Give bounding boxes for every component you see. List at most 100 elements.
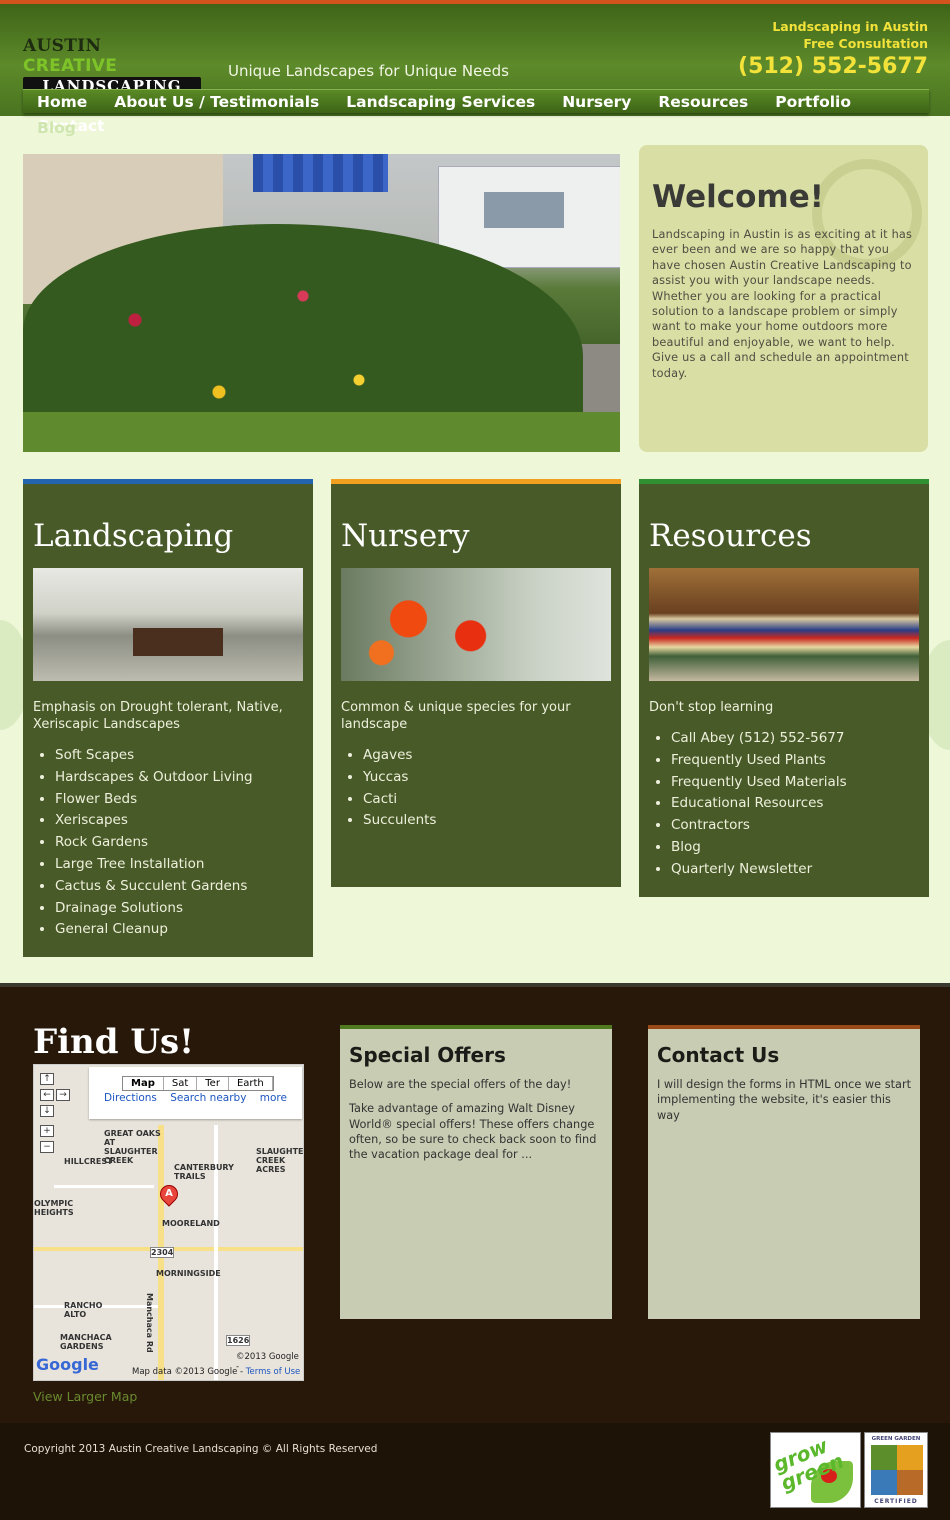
special-offers-panel: Special Offers Below are the special off… [340,1025,612,1319]
nav-landscaping-services[interactable]: Landscaping Services [346,90,535,114]
nav-portfolio[interactable]: Portfolio [775,90,851,114]
map-marker-label: A [165,1188,173,1199]
header-contact: Landscaping in Austin Free Consultation … [738,18,928,79]
map-tab-sat[interactable]: Sat [164,1077,198,1090]
green-garden-certified-badge[interactable]: GREEN GARDEN CERTIFIED [864,1432,928,1508]
contact-text: I will design the forms in HTML once we … [657,1078,912,1122]
map-directions-link[interactable]: Directions [104,1092,157,1104]
list-item[interactable]: Agaves [363,745,611,767]
grow-green-badge[interactable]: grow green [770,1432,861,1508]
list-item[interactable]: Quarterly Newsletter [671,859,919,881]
list-item[interactable]: General Cleanup [55,919,303,941]
find-us-title: Find Us! [33,1022,195,1062]
map-type-control: Map Sat Ter Earth Directions Search near… [89,1067,302,1119]
logo-word-creative: CREATIVE [23,56,118,76]
header-line-2: Free Consultation [803,36,928,51]
map-label: 2304 [150,1247,175,1258]
map-label: OLYMPIC HEIGHTS [34,1199,74,1217]
welcome-text: Landscaping in Austin is as exciting at … [652,228,913,380]
map-zoom-in[interactable]: + [40,1125,54,1137]
map-label: MORNINGSIDE [156,1269,221,1278]
list-item[interactable]: Frequently Used Plants [671,750,919,772]
nav-blog[interactable]: Blog [37,116,76,140]
list-item[interactable]: Frequently Used Materials [671,772,919,794]
map-tab-map[interactable]: Map [123,1077,164,1090]
box-title[interactable]: Resources [649,518,919,562]
map-pan-right[interactable]: → [56,1089,70,1101]
google-map[interactable]: ↑ ← → ↓ + − Map Sat Ter Earth Directions… [33,1064,304,1381]
badge-tree-icon [871,1445,923,1495]
special-offers-intro: Below are the special offers of the day! [349,1078,572,1091]
contact-panel: Contact Us I will design the forms in HT… [648,1025,920,1319]
box-description: Emphasis on Drought tolerant, Native, Xe… [33,700,283,732]
list-item[interactable]: Cactus & Succulent Gardens [55,876,303,898]
list-item[interactable]: Yuccas [363,767,611,789]
list-item[interactable]: Cacti [363,789,611,811]
list-item[interactable]: Flower Beds [55,789,303,811]
map-label: 1626 [226,1335,251,1346]
header-phone[interactable]: (512) 552-5677 [738,54,928,79]
list-item[interactable]: Hardscapes & Outdoor Living [55,767,303,789]
box-title[interactable]: Nursery [341,518,611,562]
hero-trailer-window [484,192,564,228]
list-item[interactable]: Succulents [363,810,611,832]
map-search-nearby-link[interactable]: Search nearby [170,1092,246,1104]
map-label: HILLCREST [64,1157,113,1166]
hero-awning [253,154,388,192]
list-item[interactable]: Drainage Solutions [55,898,303,920]
hero-lawn [23,412,620,452]
map-label: Manchaca Rd [145,1293,154,1353]
map-zoom-out[interactable]: − [40,1141,54,1153]
list-item[interactable]: Call Abey (512) 552-5677 [671,728,919,750]
box-title[interactable]: Landscaping [33,518,303,562]
contact-title: Contact Us [657,1043,780,1067]
map-pan-up[interactable]: ↑ [40,1073,54,1085]
logo-word-austin: AUSTIN [23,36,102,56]
map-more-link[interactable]: more [260,1092,287,1104]
special-offers-text[interactable]: Take advantage of amazing Walt Disney Wo… [349,1101,603,1162]
nursery-box: Nursery Common & unique species for your… [331,479,621,887]
resources-photo[interactable] [649,568,919,681]
nav-nursery[interactable]: Nursery [562,90,631,114]
map-label: CANTERBURY TRAILS [174,1163,234,1181]
map-tab-ter[interactable]: Ter [197,1077,229,1090]
box-list: Call Abey (512) 552-5677 Frequently Used… [649,728,919,881]
resources-box: Resources Don't stop learning Call Abey … [639,479,929,897]
view-larger-map-link[interactable]: View Larger Map [33,1389,137,1404]
box-description: Common & unique species for your landsca… [341,700,571,732]
badge-bottom-text: CERTIFIED [874,1498,918,1505]
list-item[interactable]: Large Tree Installation [55,854,303,876]
list-item[interactable]: Rock Gardens [55,832,303,854]
nav-resources[interactable]: Resources [658,90,748,114]
list-item[interactable]: Educational Resources [671,793,919,815]
list-item[interactable]: Contractors [671,815,919,837]
map-pan-left[interactable]: ← [40,1089,54,1101]
special-offers-title: Special Offers [349,1043,506,1067]
nursery-photo[interactable] [341,568,611,681]
map-pan-down[interactable]: ↓ [40,1105,54,1117]
site-logo[interactable]: AUSTIN CREATIVE LANDSCAPING [23,36,201,95]
map-type-tabs: Map Sat Ter Earth [122,1076,274,1091]
map-road [54,1185,154,1188]
map-label: GREAT OAKS AT SLAUGHTER CREEK [104,1129,161,1165]
list-item[interactable]: Soft Scapes [55,745,303,767]
header-line-1: Landscaping in Austin [772,19,928,34]
landscaping-photo[interactable] [33,568,303,681]
map-data-text: Map data ©2013 Google - [132,1367,244,1377]
map-label: RANCHO ALTO [64,1301,103,1319]
map-terms-link[interactable]: Terms of Use [246,1367,301,1377]
nav-about[interactable]: About Us / Testimonials [114,90,319,114]
nav-home[interactable]: Home [37,90,87,114]
list-item[interactable]: Blog [671,837,919,859]
site-tagline: Unique Landscapes for Unique Needs [228,62,509,80]
google-logo: Google [36,1355,99,1374]
map-tab-earth[interactable]: Earth [229,1077,273,1090]
copyright-text: Copyright 2013 Austin Creative Landscapi… [24,1443,378,1455]
map-label: SLAUGHTER CREEK ACRES [256,1147,304,1174]
welcome-panel: Welcome! Landscaping in Austin is as exc… [639,145,928,452]
badge-top-text: GREEN GARDEN [871,1436,921,1442]
list-item[interactable]: Xeriscapes [55,810,303,832]
box-description: Don't stop learning [649,700,774,715]
landscaping-box: Landscaping Emphasis on Drought tolerant… [23,479,313,957]
logo-top-text: AUSTIN CREATIVE [23,36,201,76]
